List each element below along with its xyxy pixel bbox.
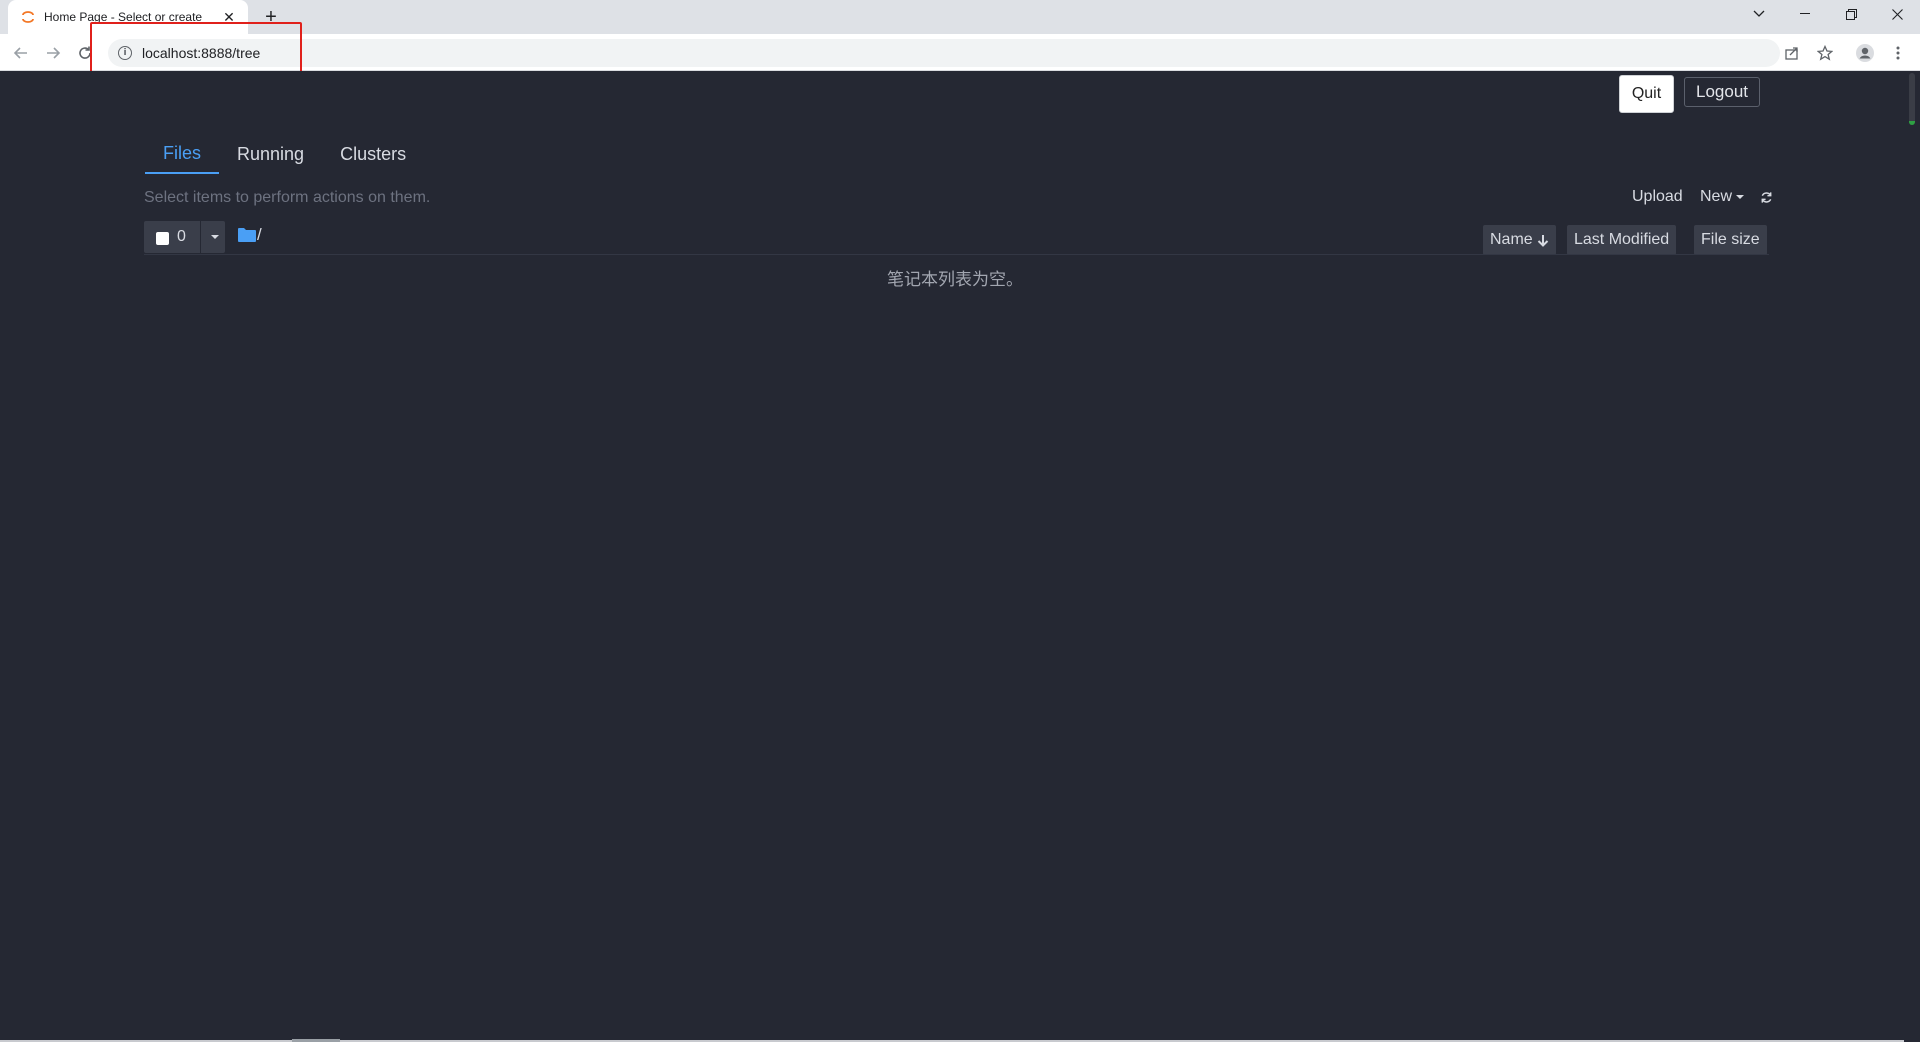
browser-tab[interactable]: Home Page - Select or create ✕: [8, 0, 248, 34]
browser-toolbar: i localhost:8888/tree: [0, 34, 1920, 71]
logout-button[interactable]: Logout: [1684, 77, 1760, 107]
notebook-tabs: Files Running Clusters: [145, 134, 424, 174]
tab-title: Home Page - Select or create: [44, 10, 203, 24]
arrow-down-icon: [1537, 234, 1549, 247]
minimize-icon[interactable]: [1782, 0, 1828, 28]
new-label: New: [1700, 188, 1733, 205]
sort-by-last-modified-button[interactable]: Last Modified: [1567, 225, 1677, 255]
star-icon[interactable]: [1813, 41, 1837, 65]
sort-name-label: Name: [1490, 231, 1533, 248]
tab-strip: Home Page - Select or create ✕ +: [0, 0, 1920, 34]
forward-arrow-icon[interactable]: [40, 40, 66, 66]
breadcrumb: /: [238, 223, 262, 247]
upload-button[interactable]: Upload: [1632, 188, 1683, 206]
select-dropdown-toggle[interactable]: [201, 221, 225, 253]
page-scrollbar[interactable]: [1904, 71, 1920, 1042]
kebab-menu-icon[interactable]: [1886, 41, 1910, 65]
reload-icon[interactable]: [72, 40, 98, 66]
new-dropdown-button[interactable]: New: [1700, 188, 1745, 206]
tab-close-icon[interactable]: ✕: [220, 8, 238, 26]
close-window-icon[interactable]: [1874, 0, 1920, 28]
restore-icon[interactable]: [1828, 0, 1874, 28]
jupyter-tree-page: Quit Logout Files Running Clusters Selec…: [0, 71, 1904, 1042]
chevron-down-icon: [1736, 195, 1745, 199]
folder-icon[interactable]: [238, 228, 256, 242]
tab-running[interactable]: Running: [219, 134, 322, 174]
info-icon[interactable]: i: [118, 46, 132, 60]
empty-list-message: 笔记本列表为空。: [887, 270, 1023, 290]
sort-by-name-button[interactable]: Name: [1483, 225, 1556, 255]
address-bar[interactable]: i localhost:8888/tree: [108, 39, 1780, 67]
list-divider: [144, 254, 1769, 255]
quit-button[interactable]: Quit: [1619, 75, 1674, 113]
refresh-icon[interactable]: [1757, 188, 1775, 206]
tab-files[interactable]: Files: [145, 134, 220, 174]
jupyter-favicon: [20, 9, 36, 25]
selected-count: 0: [177, 228, 186, 245]
new-tab-button[interactable]: +: [260, 6, 282, 28]
back-arrow-icon[interactable]: [8, 40, 34, 66]
select-all-button[interactable]: 0: [144, 221, 200, 253]
sort-by-file-size-button[interactable]: File size: [1694, 225, 1767, 255]
chevron-down-icon: [211, 235, 219, 239]
share-icon[interactable]: [1780, 41, 1804, 65]
select-all-checkbox[interactable]: [156, 232, 169, 245]
selection-hint: Select items to perform actions on them.: [144, 189, 431, 206]
breadcrumb-path[interactable]: /: [257, 225, 262, 245]
select-all-group: 0: [144, 221, 225, 253]
tab-clusters[interactable]: Clusters: [322, 134, 424, 174]
scrollbar-thumb[interactable]: [1909, 73, 1915, 125]
tab-search-icon[interactable]: [1736, 0, 1782, 28]
url-text[interactable]: localhost:8888/tree: [142, 45, 260, 61]
profile-icon[interactable]: [1853, 41, 1877, 65]
